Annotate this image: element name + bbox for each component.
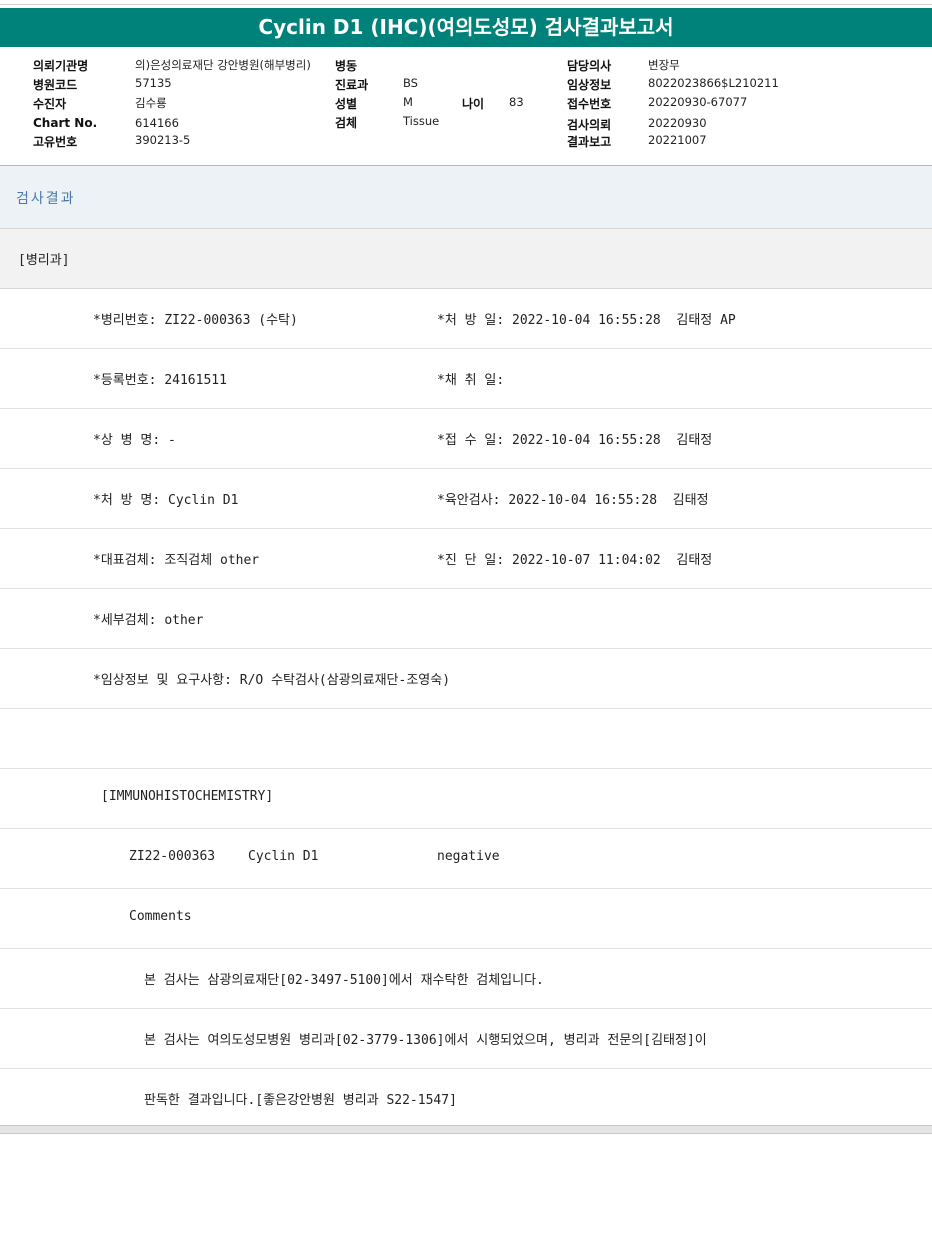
department-row: [병리과] [0, 229, 932, 289]
ihc-header-row: [IMMUNOHISTOCHEMISTRY] [0, 769, 932, 829]
doctor-label: 담당의사 [567, 59, 612, 73]
sub-specimen-field: *세부검체: other [93, 613, 204, 628]
hospital-code-value: 57135 [135, 76, 172, 90]
department-tag: [병리과] [18, 253, 70, 268]
receipt-no-value: 20220930-67077 [648, 95, 748, 109]
result-row: *상 병 명: - *접 수 일: 2022-10-04 16:55:28 김태… [0, 409, 932, 469]
report-date-value: 20221007 [648, 133, 707, 147]
registration-no-field: *등록번호: 24161511 [93, 373, 227, 388]
collection-date-field: *채 취 일: [437, 373, 505, 388]
comments-label-row: Comments [0, 889, 932, 949]
clinical-info-label: 임상정보 [567, 78, 612, 92]
ihc-header: [IMMUNOHISTOCHEMISTRY] [101, 789, 274, 804]
results-section-title: 검사결과 [16, 191, 76, 207]
order-date-field: *처 방 일: 2022-10-04 16:55:28 김태정 AP [437, 313, 736, 328]
department-label: 진료과 [335, 78, 369, 92]
comment-line-row: 판독한 결과입니다.[좋은강안병원 병리과 S22-1547] [0, 1069, 932, 1129]
result-row: *처 방 명: Cyclin D1 *육안검사: 2022-10-04 16:5… [0, 469, 932, 529]
clinical-request-field: *임상정보 및 요구사항: R/O 수탁검사(삼광의료재단-조영숙) [93, 673, 451, 688]
result-row: *세부검체: other [0, 589, 932, 649]
patient-info-panel: 의뢰기관명 의)은성의료재단 강안병원(해부병리) 병동 담당의사 변장무 병원… [0, 47, 932, 165]
diagnosis-name-field: *상 병 명: - [93, 433, 176, 448]
comment-line-row: 본 검사는 삼광의료재단[02-3497-5100]에서 재수탁한 검체입니다. [0, 949, 932, 1009]
request-date-value: 20220930 [648, 116, 707, 130]
top-rule [0, 0, 932, 5]
receipt-date-field: *접 수 일: 2022-10-04 16:55:28 김태정 [437, 433, 713, 448]
result-row: *임상정보 및 요구사항: R/O 수탁검사(삼광의료재단-조영숙) [0, 649, 932, 709]
clinical-info-value: 8022023866$L210211 [648, 76, 779, 90]
requesting-org-label: 의뢰기관명 [33, 59, 89, 73]
bottom-rule [0, 1125, 932, 1134]
comment-line: 판독한 결과입니다.[좋은강안병원 병리과 S22-1547] [144, 1093, 457, 1108]
ihc-case-no: ZI22-000363 [129, 849, 216, 864]
department-value: BS [403, 76, 418, 90]
patient-label: 수진자 [33, 97, 67, 111]
result-row: *병리번호: ZI22-000363 (수탁) *처 방 일: 2022-10-… [0, 289, 932, 349]
comments-label: Comments [129, 909, 192, 924]
ward-label: 병동 [335, 59, 358, 73]
gross-exam-field: *육안검사: 2022-10-04 16:55:28 김태정 [437, 493, 709, 508]
report-date-label: 결과보고 [567, 135, 612, 149]
comment-line-row: 본 검사는 여의도성모병원 병리과[02-3779-1306]에서 시행되었으며… [0, 1009, 932, 1069]
main-specimen-field: *대표검체: 조직검체 other [93, 553, 260, 568]
comment-line: 본 검사는 여의도성모병원 병리과[02-3779-1306]에서 시행되었으며… [144, 1033, 707, 1048]
hospital-code-label: 병원코드 [33, 78, 78, 92]
unique-no-label: 고유번호 [33, 135, 78, 149]
doctor-value: 변장무 [648, 58, 680, 72]
report-title: Cyclin D1 (IHC)(여의도성모) 검사결과보고서 [0, 8, 932, 47]
patient-value: 김수룡 [135, 96, 167, 110]
result-rows: *병리번호: ZI22-000363 (수탁) *처 방 일: 2022-10-… [0, 289, 932, 1129]
specimen-value: Tissue [403, 114, 440, 128]
results-section-header: 검사결과 [0, 166, 932, 229]
result-row: *등록번호: 24161511 *채 취 일: [0, 349, 932, 409]
ihc-marker: Cyclin D1 [248, 849, 319, 864]
requesting-org-value: 의)은성의료재단 강안병원(해부병리) [135, 58, 311, 72]
request-date-label: 검사의뢰 [567, 118, 612, 132]
order-name-field: *처 방 명: Cyclin D1 [93, 493, 239, 508]
blank-row [0, 709, 932, 769]
comment-line: 본 검사는 삼광의료재단[02-3497-5100]에서 재수탁한 검체입니다. [144, 973, 544, 988]
unique-no-value: 390213-5 [135, 133, 191, 147]
chart-no-value: 614166 [135, 116, 179, 130]
age-value: 83 [509, 95, 524, 109]
ihc-result-row: ZI22-000363 Cyclin D1 negative [0, 829, 932, 889]
sex-label: 성별 [335, 97, 358, 111]
ihc-result: negative [437, 849, 500, 864]
chart-no-label: Chart No. [33, 116, 98, 130]
receipt-no-label: 접수번호 [567, 97, 612, 111]
specimen-label: 검체 [335, 116, 358, 130]
result-row: *대표검체: 조직검체 other *진 단 일: 2022-10-07 11:… [0, 529, 932, 589]
sex-value: M [403, 95, 413, 109]
pathology-no-field: *병리번호: ZI22-000363 (수탁) [93, 313, 298, 328]
diagnosis-date-field: *진 단 일: 2022-10-07 11:04:02 김태정 [437, 553, 713, 568]
age-label: 나이 [462, 97, 485, 111]
